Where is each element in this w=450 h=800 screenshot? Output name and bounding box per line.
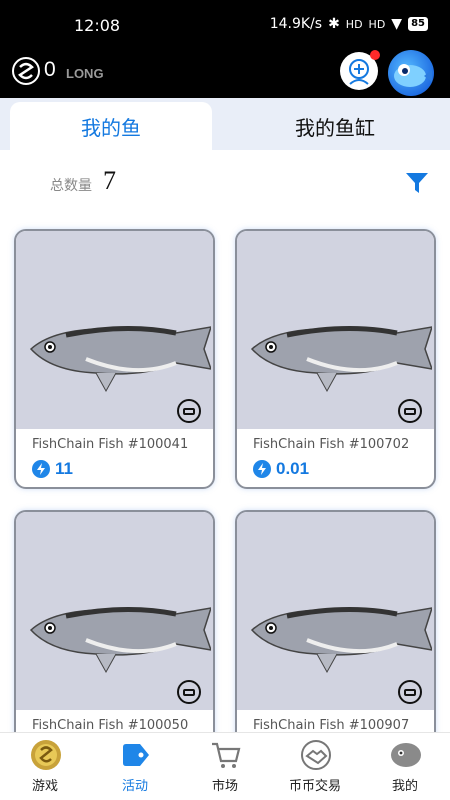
coin-unit: LONG (66, 66, 104, 81)
tag-icon (123, 744, 149, 766)
aquarium-badge-icon (398, 399, 422, 423)
fish-name: FishChain Fish #100041 (32, 437, 189, 452)
handshake-icon (301, 740, 331, 770)
fish-card[interactable]: FishChain Fish #100041 11 (14, 229, 215, 489)
signal-hd-1: HD (345, 17, 363, 31)
network-speed: 14.9K/s (269, 16, 323, 32)
fish-avatar-icon (394, 64, 432, 87)
price-row: 0.01 (253, 459, 309, 479)
nav-trade[interactable]: 币币交易 (270, 733, 360, 800)
nav-game[interactable]: 游戏 (0, 733, 90, 800)
fish-image (237, 512, 434, 710)
game-coin-icon (31, 740, 61, 770)
long-coin-icon (12, 57, 40, 85)
status-indicators: 14.9K/s ✱ HD HD ▼ 85 (270, 16, 428, 32)
status-time: 12:08 (74, 16, 121, 35)
fish-image (16, 231, 213, 429)
app-header: 0 LONG (0, 48, 450, 98)
bluetooth-icon: ✱ (328, 16, 340, 32)
nav-label: 我的 (391, 779, 418, 794)
arowana-fish-icon (250, 325, 432, 393)
fish-image (237, 231, 434, 429)
nav-label: 活动 (121, 779, 148, 794)
aquarium-badge-icon (177, 680, 201, 704)
user-avatar[interactable] (388, 50, 434, 96)
arowana-fish-icon (29, 325, 211, 393)
nav-label: 币币交易 (288, 779, 341, 794)
add-friend-button[interactable] (340, 50, 380, 90)
fish-name: FishChain Fish #100050 (32, 718, 189, 732)
cart-icon (212, 742, 241, 768)
arowana-fish-icon (29, 606, 211, 674)
coin-count: 0 (44, 58, 56, 81)
lightning-icon (253, 460, 271, 478)
filter-icon[interactable] (404, 170, 430, 196)
add-user-icon (349, 59, 369, 85)
nav-mine[interactable]: 我的 (360, 733, 450, 800)
lightning-icon (32, 460, 50, 478)
fish-name: FishChain Fish #100702 (253, 437, 410, 452)
price-row: 11 (32, 459, 73, 479)
total-count-label: 总数量 (50, 178, 92, 194)
battery-indicator: 85 (408, 17, 428, 31)
fish-price: 11 (55, 459, 73, 478)
summary-row: 总数量 7 (0, 150, 450, 212)
nav-activity[interactable]: 活动 (90, 733, 180, 800)
nav-market[interactable]: 市场 (180, 733, 270, 800)
tab-bar: 我的鱼 我的鱼缸 (0, 98, 450, 150)
aquarium-badge-icon (398, 680, 422, 704)
fish-image (16, 512, 213, 710)
bottom-nav: 游戏 活动 市场 币币交易 我的 (0, 732, 450, 800)
nav-label: 游戏 (31, 779, 58, 794)
aquarium-badge-icon (177, 399, 201, 423)
fish-profile-icon (391, 743, 421, 767)
arowana-fish-icon (250, 606, 432, 674)
wifi-icon: ▼ (391, 16, 403, 32)
nav-label: 市场 (211, 779, 238, 794)
tab-my-aquarium[interactable]: 我的鱼缸 (230, 102, 440, 150)
status-bar: 12:08 14.9K/s ✱ HD HD ▼ 85 (0, 0, 450, 48)
fish-name: FishChain Fish #100907 (253, 718, 410, 732)
tab-my-fish[interactable]: 我的鱼 (10, 102, 212, 150)
signal-hd-2: HD (368, 17, 386, 31)
fish-price: 0.01 (276, 459, 310, 478)
fish-card[interactable]: FishChain Fish #100702 0.01 (235, 229, 436, 489)
notification-dot (370, 50, 380, 60)
fish-card[interactable]: FishChain Fish #100050 (14, 510, 215, 732)
fish-grid: FishChain Fish #100041 11 FishChain Fish… (0, 212, 450, 732)
fish-card[interactable]: FishChain Fish #100907 (235, 510, 436, 732)
total-count-value: 7 (103, 166, 116, 195)
